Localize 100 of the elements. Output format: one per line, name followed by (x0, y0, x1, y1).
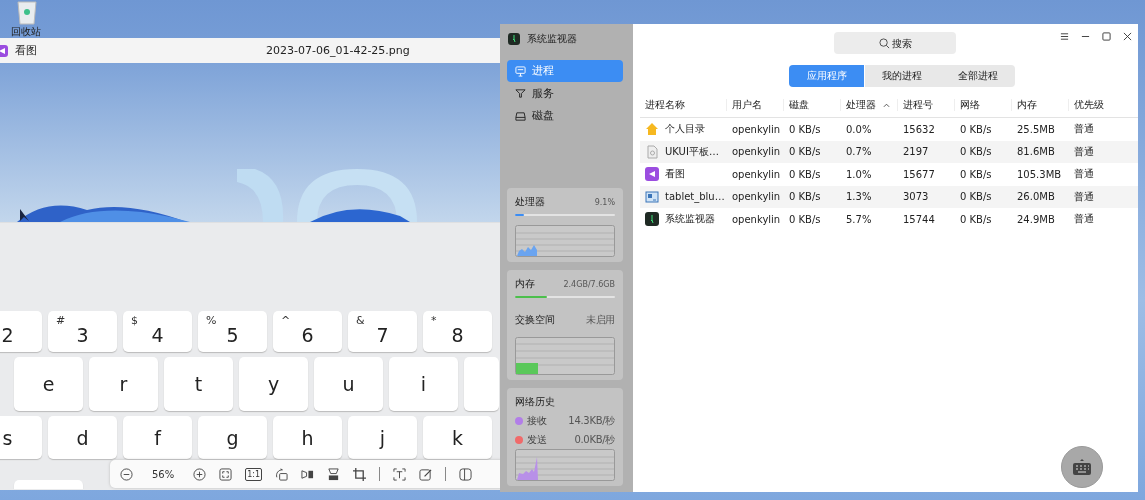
search-field[interactable]: 搜索 (834, 32, 956, 54)
actual-size-button[interactable]: 1:1 (245, 467, 263, 481)
app-name: 看图 (15, 43, 37, 58)
table-cell-text: 0 KB/s (959, 191, 993, 203)
card-title: 内存 (515, 277, 535, 291)
legend-label: 接收 (527, 414, 547, 428)
table-cell-text: openkylin (731, 146, 782, 158)
maximize-icon[interactable] (1102, 32, 1111, 41)
keyboard-key[interactable]: ^ 6 (273, 311, 342, 352)
flip-horizontal-icon[interactable] (301, 467, 315, 481)
zoom-out-icon[interactable] (120, 467, 133, 481)
table-cell-text: 15632 (902, 123, 936, 135)
table-cell: 看图 (665, 167, 685, 182)
column-header[interactable]: 用户名 (727, 99, 784, 111)
keyboard-key[interactable]: 2 (0, 311, 42, 352)
column-header[interactable]: 进程名称 (640, 99, 727, 111)
tab[interactable]: 我的进程 (864, 65, 940, 87)
close-icon[interactable] (1123, 32, 1132, 41)
text-recognition-icon[interactable] (393, 467, 407, 481)
network-reading: 14.3KB/秒 (568, 414, 615, 428)
keyboard-button[interactable] (1061, 446, 1103, 488)
keyboard-key[interactable]: # 3 (48, 311, 117, 352)
table-cell-text: openkylin (731, 123, 782, 135)
menu-icon[interactable] (1060, 32, 1069, 41)
app-icon (508, 33, 520, 45)
fit-window-icon[interactable] (219, 467, 233, 481)
keyboard-key[interactable]: t (164, 357, 233, 411)
zoom-in-icon[interactable] (193, 467, 207, 481)
column-header[interactable]: 磁盘 (784, 99, 841, 111)
keyboard-key[interactable]: r (89, 357, 158, 411)
card-title: 网络历史 (515, 395, 555, 409)
keyboard-key[interactable]: h (273, 416, 342, 459)
keyboard-key[interactable]: y (239, 357, 308, 411)
keyboard-key[interactable]: k (423, 416, 492, 459)
search-icon (879, 38, 890, 49)
table-cell-text: 普通 (1073, 189, 1095, 204)
table-cell-text: 15744 (902, 213, 936, 225)
keyboard-key[interactable]: f (123, 416, 192, 459)
zoom-level: 56% (152, 468, 175, 480)
file-icon (645, 144, 659, 159)
table-cell-text: 5.7% (845, 213, 873, 225)
table-cell-text: 0 KB/s (788, 191, 822, 203)
rotate-icon[interactable] (275, 467, 289, 481)
edit-icon[interactable] (419, 467, 433, 481)
sidebar-icon[interactable] (459, 467, 473, 481)
nav-item[interactable]: 服务 (507, 82, 623, 105)
column-header[interactable]: 内存 (1012, 99, 1069, 111)
app-icon (645, 212, 659, 227)
column-header[interactable]: 进程号 (898, 99, 955, 111)
table-cell-text: 普通 (1073, 167, 1095, 182)
tab[interactable]: 全部进程 (940, 65, 1016, 87)
table-cell: tablet_blu… (665, 191, 725, 203)
column-header[interactable]: 处理器 (841, 99, 898, 111)
table-cell: 个人目录 (665, 122, 705, 137)
column-header[interactable]: 网络 (955, 99, 1012, 111)
table-cell-text: 0 KB/s (788, 123, 822, 135)
card-reading: 9.1% (594, 197, 615, 207)
keyboard-key[interactable]: s (0, 416, 42, 459)
card-title: 交换空间 (515, 313, 555, 327)
table-cell-text: 15677 (902, 168, 936, 180)
keyboard-key[interactable]: j (348, 416, 417, 459)
flip-vertical-icon[interactable] (327, 467, 341, 481)
keyboard-key[interactable]: * 8 (423, 311, 492, 352)
table-cell: UKUI平板… (665, 144, 719, 159)
keyboard-key[interactable]: d (48, 416, 117, 459)
nav-item[interactable]: 磁盘 (507, 105, 623, 127)
table-cell-text: 1.3% (845, 191, 873, 203)
table-cell-text: 3073 (902, 191, 930, 203)
table-cell-text: 81.6MB (1016, 146, 1056, 158)
table-cell-text: 26.0MB (1016, 191, 1056, 203)
legend-label: 发送 (527, 433, 547, 447)
keyboard-key[interactable]: g (198, 416, 267, 459)
monitor-icon (515, 65, 526, 77)
table-cell: 系统监视器 (665, 212, 715, 227)
table-cell-text: 0 KB/s (788, 213, 822, 225)
card-reading: 未启用 (585, 313, 615, 327)
desktop-icon-label[interactable]: 回收站 (11, 26, 41, 38)
table-cell-text: 1.0% (845, 168, 873, 180)
table-cell-text: 0 KB/s (959, 146, 993, 158)
keyboard-key[interactable]: i (389, 357, 458, 411)
card-title: 处理器 (515, 195, 545, 209)
column-header[interactable]: 优先级 (1069, 99, 1138, 111)
window-title: 2023-07-06_01-42-25.png (266, 44, 410, 57)
table-cell-text: 普通 (1073, 144, 1095, 159)
keyboard-key[interactable]: e (14, 357, 83, 411)
table-cell-text: openkylin (731, 213, 782, 225)
card-reading: 2.4GB/7.6GB (563, 279, 615, 289)
keyboard-key[interactable]: $ 4 (123, 311, 192, 352)
table-cell-text: 0 KB/s (959, 168, 993, 180)
table-cell-text: openkylin (731, 168, 782, 180)
table-cell-text: 0 KB/s (788, 168, 822, 180)
table-cell-text: 普通 (1073, 212, 1095, 227)
crop-icon[interactable] (353, 467, 367, 481)
keyboard-key[interactable]: u (314, 357, 383, 411)
keyboard-key[interactable]: % 5 (198, 311, 267, 352)
table-cell-text: 0 KB/s (959, 123, 993, 135)
keyboard-key[interactable]: & 7 (348, 311, 417, 352)
table-cell-text: openkylin (731, 191, 782, 203)
app-title: 系统监视器 (527, 32, 577, 46)
house-icon (645, 122, 659, 137)
